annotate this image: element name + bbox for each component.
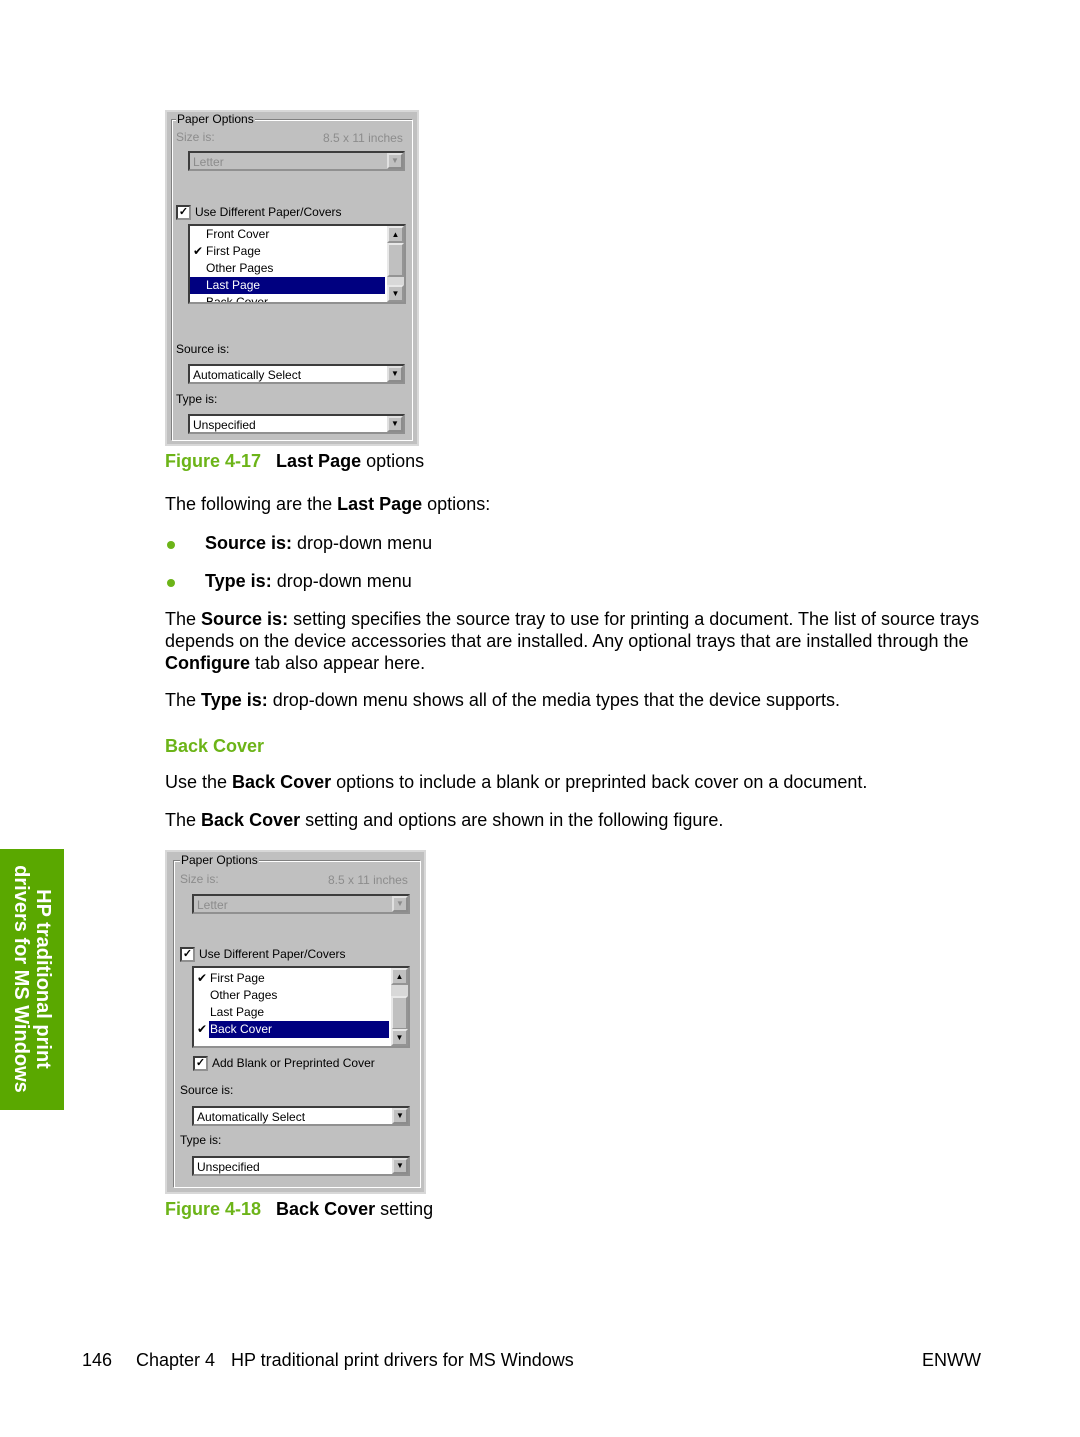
bullet-icon bbox=[167, 579, 175, 587]
figure-number: Figure 4-18 bbox=[165, 1199, 262, 1219]
paragraph: The Source is: setting specifies the sou… bbox=[165, 609, 980, 629]
list-item[interactable]: Other Pages bbox=[194, 987, 391, 1004]
paper-options-dialog-last-page: Paper Options Size is: 8.5 x 11 inches L… bbox=[165, 110, 419, 446]
size-value: 8.5 x 11 inches bbox=[323, 131, 403, 145]
paragraph: The Back Cover setting and options are s… bbox=[165, 810, 724, 830]
figure-number: Figure 4-17 bbox=[165, 451, 262, 471]
list-item-label: Other Pages bbox=[210, 988, 278, 1002]
list-item-label: First Page bbox=[210, 971, 265, 985]
type-label: Type is: bbox=[180, 1133, 222, 1147]
chevron-down-icon: ▼ bbox=[387, 153, 403, 169]
check-icon: ✔ bbox=[193, 244, 204, 258]
list-item-label: Other Pages bbox=[206, 261, 274, 275]
source-select[interactable]: Automatically Select ▼ bbox=[192, 1106, 410, 1126]
list-item[interactable]: Other Pages bbox=[190, 260, 387, 277]
group-title: Paper Options bbox=[180, 853, 259, 867]
list-item[interactable]: ✔ First Page bbox=[190, 243, 387, 260]
scroll-thumb[interactable] bbox=[391, 996, 408, 1030]
scroll-down-icon[interactable]: ▼ bbox=[391, 1029, 408, 1046]
scroll-up-icon[interactable]: ▲ bbox=[391, 968, 408, 985]
chevron-down-icon: ▼ bbox=[392, 1158, 408, 1174]
paragraph: Use the Back Cover options to include a … bbox=[165, 772, 868, 792]
figure-caption-4-18: Figure 4-18 Back Cover setting bbox=[165, 1198, 433, 1220]
paragraph-line: Configure tab also appear here. bbox=[165, 653, 426, 673]
bullet-item: Source is: drop-down menu bbox=[205, 533, 433, 553]
pages-list[interactable]: ✔ First Page Other Pages Last Page ✔ Back … bbox=[192, 966, 410, 1048]
scrollbar[interactable]: ▲ ▼ bbox=[387, 226, 404, 302]
type-select-value: Unspecified bbox=[193, 418, 256, 432]
source-select[interactable]: Automatically Select ▼ bbox=[188, 364, 405, 384]
list-item-label: First Page bbox=[206, 244, 261, 258]
list-item-label: Back Cover bbox=[206, 295, 269, 304]
source-label: Source is: bbox=[176, 342, 230, 356]
check-icon: ✔ bbox=[197, 971, 208, 985]
size-value: 8.5 x 11 inches bbox=[328, 873, 408, 887]
paragraph-line: depends on the device accessories that a… bbox=[165, 631, 969, 651]
chapter-side-tab: HP traditional print drivers for MS Windo… bbox=[0, 849, 64, 1110]
document-page: Paper Options Size is: 8.5 x 11 inches L… bbox=[0, 0, 1080, 1437]
source-select-value: Automatically Select bbox=[197, 1110, 306, 1124]
paragraph: The following are the Last Page options: bbox=[165, 494, 491, 514]
size-select-value: Letter bbox=[193, 155, 224, 169]
footer-code: ENWW bbox=[922, 1350, 981, 1370]
footer-title: HP traditional print drivers for MS Wind… bbox=[231, 1350, 574, 1370]
caption-bold: Back Cover bbox=[276, 1199, 376, 1219]
scrollbar[interactable]: ▲ ▼ bbox=[391, 968, 408, 1046]
scroll-up-icon[interactable]: ▲ bbox=[387, 226, 404, 243]
size-select[interactable]: Letter ▼ bbox=[192, 894, 410, 914]
paper-options-dialog-back-cover: Paper Options Size is: 8.5 x 11 inches L… bbox=[165, 850, 426, 1194]
list-item[interactable]: Back Cover bbox=[190, 294, 387, 304]
list-item-label: Last Page bbox=[210, 1005, 265, 1019]
use-different-paper-checkbox[interactable]: ✓ bbox=[176, 205, 191, 220]
caption-text: setting bbox=[375, 1199, 434, 1219]
section-heading: Back Cover bbox=[165, 736, 265, 756]
footer-chapter: Chapter 4 bbox=[136, 1350, 216, 1370]
footer-page-number: 146 bbox=[82, 1350, 113, 1370]
list-item-label: Last Page bbox=[206, 278, 261, 292]
scroll-down-icon[interactable]: ▼ bbox=[387, 285, 404, 302]
check-icon: ✔ bbox=[197, 1022, 208, 1036]
list-item[interactable]: Front Cover bbox=[190, 226, 387, 243]
scroll-thumb[interactable] bbox=[387, 243, 404, 277]
pages-list[interactable]: Front Cover ✔ First Page Other Pages Last… bbox=[188, 224, 406, 304]
bullet-icon bbox=[167, 541, 175, 549]
size-select[interactable]: Letter ▼ bbox=[188, 151, 405, 171]
chevron-down-icon: ▼ bbox=[392, 896, 408, 912]
chevron-down-icon: ▼ bbox=[387, 366, 403, 382]
bullet-item: Type is: drop-down menu bbox=[205, 571, 412, 591]
size-label: Size is: bbox=[176, 130, 215, 144]
list-item-selected[interactable]: Last Page bbox=[190, 277, 385, 294]
list-item[interactable]: ✔ First Page bbox=[194, 970, 391, 987]
chevron-down-icon: ▼ bbox=[387, 416, 403, 432]
add-cover-checkbox[interactable]: ✓ bbox=[193, 1056, 208, 1071]
size-select-value: Letter bbox=[197, 898, 228, 912]
list-item-selected[interactable]: ✔ Back Cover bbox=[194, 1021, 391, 1038]
source-label: Source is: bbox=[180, 1083, 234, 1097]
use-different-paper-label: Use Different Paper/Covers bbox=[199, 947, 346, 961]
add-cover-label: Add Blank or Preprinted Cover bbox=[212, 1056, 375, 1070]
figure-caption-4-17: Figure 4-17 Last Page options bbox=[165, 450, 424, 472]
chevron-down-icon: ▼ bbox=[392, 1108, 408, 1124]
list-item[interactable]: Last Page bbox=[194, 1004, 391, 1021]
source-select-value: Automatically Select bbox=[193, 368, 302, 382]
type-select-value: Unspecified bbox=[197, 1160, 260, 1174]
use-different-paper-label: Use Different Paper/Covers bbox=[195, 205, 342, 219]
size-label: Size is: bbox=[180, 872, 219, 886]
paragraph: The Type is: drop-down menu shows all of… bbox=[165, 690, 841, 710]
side-tab-text: HP traditional print drivers for MS Windo… bbox=[10, 865, 54, 1093]
type-label: Type is: bbox=[176, 392, 218, 406]
list-item-label: Front Cover bbox=[206, 227, 270, 241]
type-select[interactable]: Unspecified ▼ bbox=[188, 414, 405, 434]
list-item-label: Back Cover bbox=[210, 1022, 273, 1036]
caption-text: options bbox=[361, 451, 425, 471]
group-title: Paper Options bbox=[176, 112, 255, 126]
type-select[interactable]: Unspecified ▼ bbox=[192, 1156, 410, 1176]
caption-bold: Last Page bbox=[276, 451, 362, 471]
use-different-paper-checkbox[interactable]: ✓ bbox=[180, 947, 195, 962]
